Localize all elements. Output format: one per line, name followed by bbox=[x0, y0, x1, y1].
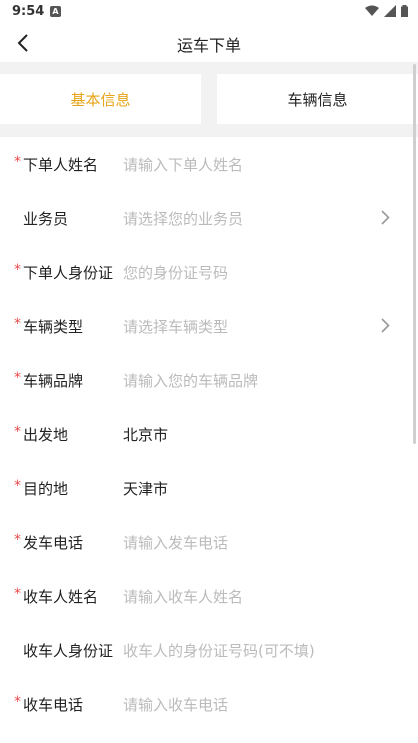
form-row[interactable]: * 车辆品牌 请输入您的车辆品牌 bbox=[0, 353, 418, 407]
signal-icon bbox=[384, 5, 396, 17]
field-input[interactable]: 天津市 bbox=[123, 478, 378, 499]
form-row[interactable]: * 车辆类型 请选择车辆类型 bbox=[0, 299, 418, 353]
order-form: * 下单人姓名 请输入下单人姓名 业务员 请选择您的业务员 * 下单人身份证 您的身份证号码 *… bbox=[0, 137, 418, 731]
field-label: 收车人姓名 bbox=[23, 587, 99, 606]
nav-bar: 运车下单 bbox=[0, 24, 418, 62]
wifi-icon bbox=[365, 5, 379, 16]
required-marker: * bbox=[14, 586, 21, 602]
status-bar: 9:54 A bbox=[0, 0, 418, 24]
chevron-right-icon bbox=[381, 318, 390, 333]
notification-icon: A bbox=[50, 6, 61, 17]
form-row[interactable]: * 下单人姓名 请输入下单人姓名 bbox=[0, 137, 418, 191]
required-marker: * bbox=[14, 154, 21, 170]
field-input[interactable]: 收车人的身份证号码(可不填) bbox=[123, 640, 378, 661]
form-row[interactable]: 收车人身份证 收车人的身份证号码(可不填) bbox=[0, 623, 418, 677]
field-label: 下单人身份证 bbox=[23, 263, 114, 282]
field-label: 出发地 bbox=[23, 425, 69, 444]
scrollbar[interactable] bbox=[413, 64, 416, 444]
required-marker: * bbox=[14, 370, 21, 386]
tab-bar: 基本信息 车辆信息 bbox=[0, 62, 418, 137]
required-marker: * bbox=[14, 316, 21, 332]
required-marker: * bbox=[14, 262, 21, 278]
field-label: 下单人姓名 bbox=[23, 155, 99, 174]
field-label: 业务员 bbox=[23, 209, 69, 228]
required-marker: * bbox=[14, 694, 21, 710]
field-input[interactable]: 请输入下单人姓名 bbox=[123, 154, 378, 175]
status-icons bbox=[365, 5, 408, 17]
field-label: 收车电话 bbox=[23, 695, 84, 714]
field-input[interactable]: 请输入收车人姓名 bbox=[123, 586, 378, 607]
form-row[interactable]: * 下单人身份证 您的身份证号码 bbox=[0, 245, 418, 299]
form-row[interactable]: * 出发地 北京市 bbox=[0, 407, 418, 461]
status-time: 9:54 bbox=[12, 4, 45, 19]
required-marker: * bbox=[14, 478, 21, 494]
form-row[interactable]: * 目的地 天津市 bbox=[0, 461, 418, 515]
battery-icon bbox=[401, 5, 408, 17]
chevron-right-icon bbox=[381, 210, 390, 225]
field-label: 车辆类型 bbox=[23, 317, 84, 336]
field-label: 收车人身份证 bbox=[23, 641, 114, 660]
field-label: 目的地 bbox=[23, 479, 69, 498]
field-input[interactable]: 请输入您的车辆品牌 bbox=[123, 370, 378, 391]
field-input[interactable]: 请输入发车电话 bbox=[123, 532, 378, 553]
tab-basic-info[interactable]: 基本信息 bbox=[0, 74, 201, 124]
field-input[interactable]: 北京市 bbox=[123, 424, 378, 445]
tab-vehicle-info[interactable]: 车辆信息 bbox=[217, 74, 418, 124]
field-select[interactable]: 请选择车辆类型 bbox=[123, 316, 378, 337]
field-input[interactable]: 您的身份证号码 bbox=[123, 262, 378, 283]
field-input[interactable]: 请输入收车电话 bbox=[123, 694, 378, 715]
required-marker: * bbox=[14, 424, 21, 440]
form-row[interactable]: * 收车电话 请输入收车电话 bbox=[0, 677, 418, 731]
field-select[interactable]: 请选择您的业务员 bbox=[123, 208, 378, 229]
field-label: 车辆品牌 bbox=[23, 371, 84, 390]
form-row[interactable]: * 收车人姓名 请输入收车人姓名 bbox=[0, 569, 418, 623]
field-label: 发车电话 bbox=[23, 533, 84, 552]
page-title: 运车下单 bbox=[176, 36, 241, 55]
form-row[interactable]: * 发车电话 请输入发车电话 bbox=[0, 515, 418, 569]
form-row[interactable]: 业务员 请选择您的业务员 bbox=[0, 191, 418, 245]
required-marker: * bbox=[14, 532, 21, 548]
